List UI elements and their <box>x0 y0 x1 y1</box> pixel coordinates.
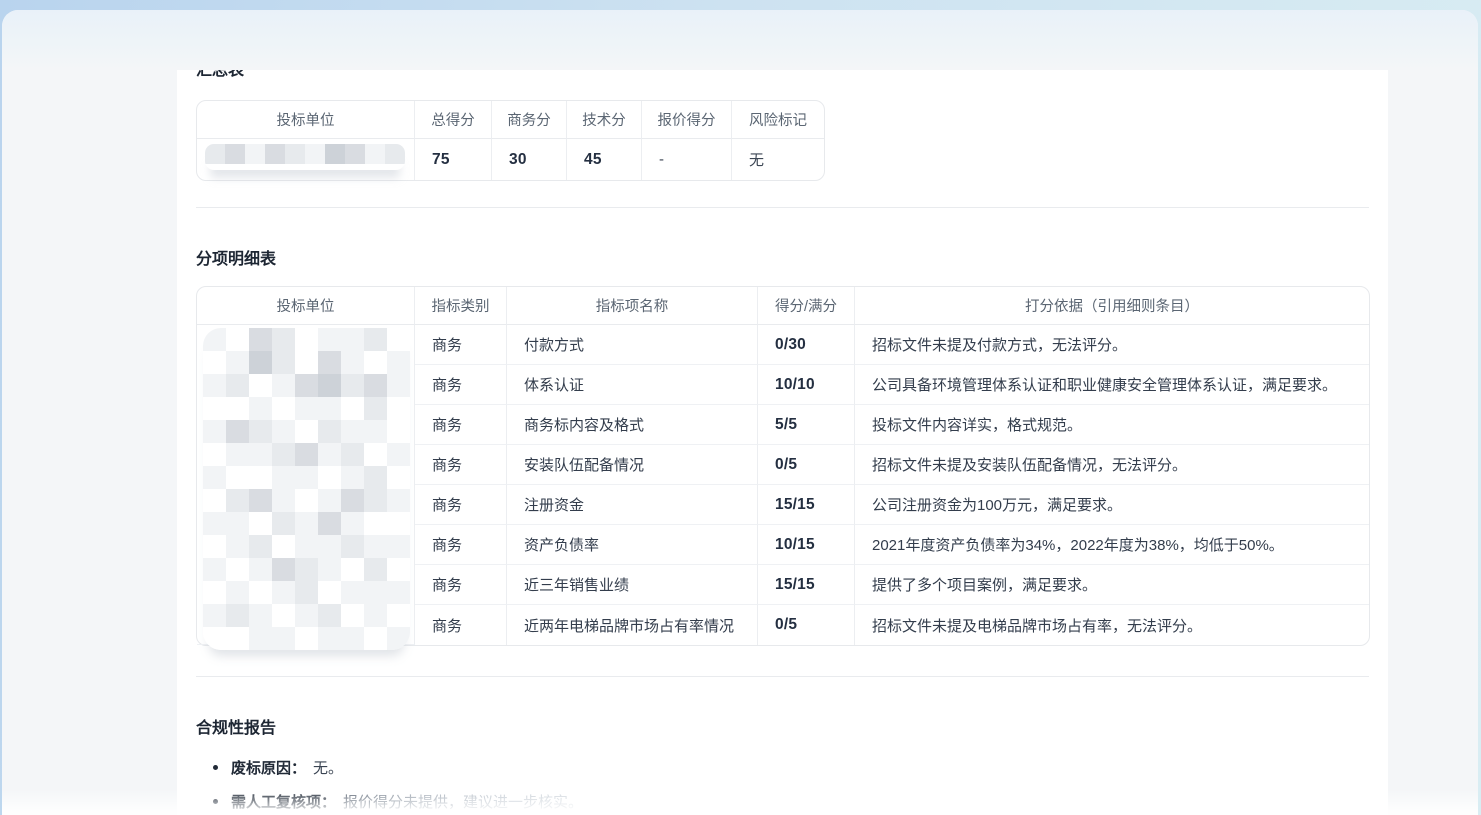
category-cell: 商务 <box>415 365 507 405</box>
basis-cell: 招标文件未提及电梯品牌市场占有率，无法评分。 <box>855 605 1369 645</box>
section-divider <box>196 676 1369 677</box>
bullet-icon <box>213 765 218 770</box>
business-score-value: 30 <box>492 139 567 180</box>
basis-cell: 提供了多个项目案例，满足要求。 <box>855 565 1369 605</box>
bullet-icon <box>213 799 218 804</box>
bullet-colon: ： <box>291 757 306 778</box>
score-cell: 0/30 <box>758 325 855 365</box>
category-cell: 商务 <box>415 605 507 645</box>
category-cell: 商务 <box>415 525 507 565</box>
category-cell: 商务 <box>415 485 507 525</box>
score-cell: 15/15 <box>758 485 855 525</box>
basis-cell: 招标文件未提及安装队伍配备情况，无法评分。 <box>855 445 1369 485</box>
category-cell: 商务 <box>415 325 507 365</box>
category-cell: 商务 <box>415 565 507 605</box>
bullet-label: 需人工复核项 <box>231 791 321 812</box>
section-divider <box>196 207 1369 208</box>
risk-flag-value: 无 <box>732 139 824 180</box>
detail-col-basis: 打分依据（引用细则条目） <box>855 287 1369 325</box>
category-cell: 商务 <box>415 405 507 445</box>
detail-col-category: 指标类别 <box>415 287 507 325</box>
total-score-value: 75 <box>415 139 492 180</box>
score-cell: 10/15 <box>758 525 855 565</box>
detail-col-bidder: 投标单位 <box>197 287 415 325</box>
score-cell: 15/15 <box>758 565 855 605</box>
item-cell: 体系认证 <box>507 365 758 405</box>
masked-bidder-name-mosaic <box>205 144 405 170</box>
detail-col-score: 得分/满分 <box>758 287 855 325</box>
summary-col-business: 商务分 <box>492 101 567 139</box>
score-cell: 0/5 <box>758 445 855 485</box>
bullet-value: 无。 <box>313 757 343 778</box>
score-cell: 10/10 <box>758 365 855 405</box>
detail-header-row: 投标单位 指标类别 指标项名称 得分/满分 打分依据（引用细则条目） <box>197 287 1369 325</box>
item-cell: 资产负债率 <box>507 525 758 565</box>
basis-cell: 公司具备环境管理体系认证和职业健康安全管理体系认证，满足要求。 <box>855 365 1369 405</box>
summary-col-quote: 报价得分 <box>642 101 732 139</box>
basis-cell: 2021年度资产负债率为34%，2022年度为38%，均低于50%。 <box>855 525 1369 565</box>
item-cell: 安装队伍配备情况 <box>507 445 758 485</box>
basis-cell: 公司注册资金为100万元，满足要求。 <box>855 485 1369 525</box>
score-cell: 0/5 <box>758 605 855 645</box>
list-item-invalid-bid-reason: 废标原因 ： 无。 <box>213 757 1369 777</box>
item-cell: 注册资金 <box>507 485 758 525</box>
summary-title: 汇总表 <box>196 70 1369 81</box>
basis-cell: 招标文件未提及付款方式，无法评分。 <box>855 325 1369 365</box>
detail-title: 分项明细表 <box>196 250 1369 270</box>
item-cell: 近两年电梯品牌市场占有率情况 <box>507 605 758 645</box>
panel-header <box>2 10 1478 70</box>
summary-col-technical: 技术分 <box>567 101 642 139</box>
summary-col-risk: 风险标记 <box>732 101 824 139</box>
compliance-title: 合规性报告 <box>196 719 1369 739</box>
page-root: 汇总表 投标单位 总得分 商务分 技术分 报价得分 风 <box>0 0 1481 815</box>
masked-bidder-name-mosaic <box>203 328 410 650</box>
report-card: 汇总表 投标单位 总得分 商务分 技术分 报价得分 风 <box>177 70 1388 815</box>
app-panel[interactable]: 汇总表 投标单位 总得分 商务分 技术分 报价得分 风 <box>2 10 1478 815</box>
detail-col-item: 指标项名称 <box>507 287 758 325</box>
bullet-label: 废标原因 <box>231 757 291 778</box>
quote-score-value: - <box>642 139 732 180</box>
summary-table: 投标单位 总得分 商务分 技术分 报价得分 风险标记 75 30 <box>196 100 823 181</box>
item-cell: 付款方式 <box>507 325 758 365</box>
bullet-colon: ： <box>321 791 336 812</box>
list-item-manual-review: 需人工复核项 ： 报价得分未提供，建议进一步核实。 <box>213 791 1369 811</box>
basis-cell: 投标文件内容详实，格式规范。 <box>855 405 1369 445</box>
summary-col-bidder: 投标单位 <box>197 101 415 139</box>
summary-col-total: 总得分 <box>415 101 492 139</box>
score-cell: 5/5 <box>758 405 855 445</box>
technical-score-value: 45 <box>567 139 642 180</box>
detail-table: 投标单位 指标类别 指标项名称 得分/满分 打分依据（引用细则条目） 商务 付款… <box>196 286 1368 646</box>
item-cell: 商务标内容及格式 <box>507 405 758 445</box>
item-cell: 近三年销售业绩 <box>507 565 758 605</box>
category-cell: 商务 <box>415 445 507 485</box>
summary-header-row: 投标单位 总得分 商务分 技术分 报价得分 风险标记 <box>197 101 824 139</box>
bullet-value: 报价得分未提供，建议进一步核实。 <box>343 791 583 812</box>
